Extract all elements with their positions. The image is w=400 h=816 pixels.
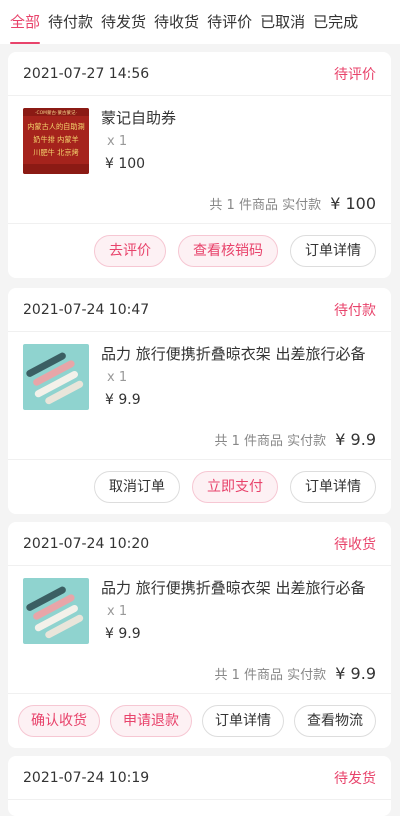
tab-pending-receipt[interactable]: 待收货 [154,0,199,44]
order-summary: 共 1 件商品 实付款 ¥ 100 [8,184,391,224]
svg-text:·COM蒙古·蒙古蒙记·: ·COM蒙古·蒙古蒙记· [35,109,77,116]
tab-pending-shipment[interactable]: 待发货 [101,0,146,44]
tab-completed[interactable]: 已完成 [313,0,358,44]
order-date: 2021-07-24 10:20 [23,535,150,552]
goods-price: ¥ 100 [105,156,146,172]
order-status: 待付款 [334,302,376,319]
order-card[interactable]: 2021-07-24 10:47 待付款 品力 旅行便携折叠晾衣架 出差旅行必备… [8,288,391,514]
pay-now-button[interactable]: 立即支付 [192,471,278,503]
review-button[interactable]: 去评价 [94,235,166,267]
tab-all[interactable]: 全部 [10,0,41,44]
goods-name: 蒙记自助券 [101,109,177,127]
goods-item[interactable]: ·COM蒙古·蒙古蒙记· 内蒙古人的自助涮 奶牛排 内蒙羊 川肥牛 北京烤 蒙记… [8,96,391,174]
goods-quantity: x 1 [107,370,128,385]
cancel-order-button[interactable]: 取消订单 [94,471,180,503]
order-card[interactable]: 2021-07-27 14:56 待评价 ·COM蒙古·蒙古蒙记· 内蒙古人的自… [8,52,391,278]
order-summary: 共 1 件商品 实付款 ¥ 9.9 [8,420,391,460]
order-actions: 确认收货 申请退款 订单详情 查看物流 [8,694,391,748]
goods-item[interactable]: 品力 旅行便携折叠晾衣架 出差旅行必备 x 1 ¥ 9.9 [8,566,391,644]
order-summary: 共 1 件商品 实付款 ¥ 9.9 [8,654,391,694]
order-date: 2021-07-24 10:19 [23,769,150,786]
summary-total: ¥ 9.9 [335,430,376,449]
summary-total: ¥ 9.9 [335,664,376,683]
tab-cancelled[interactable]: 已取消 [260,0,305,44]
order-detail-button[interactable]: 订单详情 [202,705,284,737]
hanger-thumbnail [23,578,89,644]
svg-text:内蒙古人的自助涮: 内蒙古人的自助涮 [27,122,85,131]
tab-pending-review[interactable]: 待评价 [207,0,252,44]
order-detail-button[interactable]: 订单详情 [290,235,376,267]
coupon-thumbnail: ·COM蒙古·蒙古蒙记· 内蒙古人的自助涮 奶牛排 内蒙羊 川肥牛 北京烤 [23,108,89,174]
summary-label: 共 1 件商品 实付款 [209,198,322,213]
order-detail-button[interactable]: 订单详情 [290,471,376,503]
track-shipment-button[interactable]: 查看物流 [294,705,376,737]
confirm-receipt-button[interactable]: 确认收货 [18,705,100,737]
order-header: 2021-07-24 10:20 待收货 [8,522,391,566]
order-status: 待发货 [334,770,376,787]
order-actions: 取消订单 立即支付 订单详情 [8,460,391,514]
order-status: 待收货 [334,536,376,553]
order-date: 2021-07-27 14:56 [23,65,150,82]
order-header: 2021-07-24 10:47 待付款 [8,288,391,332]
goods-quantity: x 1 [107,604,128,619]
svg-text:奶牛排 内蒙羊: 奶牛排 内蒙羊 [33,135,78,144]
goods-name: 品力 旅行便携折叠晾衣架 出差旅行必备 [101,579,366,597]
order-date: 2021-07-24 10:47 [23,301,150,318]
order-status-tabs: 全部 待付款 待发货 待收货 待评价 已取消 已完成 [0,0,400,44]
order-status: 待评价 [334,66,376,83]
view-redeem-code-button[interactable]: 查看核销码 [178,235,278,267]
summary-label: 共 1 件商品 实付款 [214,668,327,683]
order-card[interactable]: 2021-07-24 10:20 待收货 品力 旅行便携折叠晾衣架 出差旅行必备… [8,522,391,748]
tab-pending-payment[interactable]: 待付款 [48,0,93,44]
goods-name: 品力 旅行便携折叠晾衣架 出差旅行必备 [101,345,366,363]
goods-item[interactable]: 品力 旅行便携折叠晾衣架 出差旅行必备 x 1 ¥ 9.9 [8,332,391,410]
hanger-thumbnail [23,344,89,410]
goods-quantity: x 1 [107,134,128,149]
summary-label: 共 1 件商品 实付款 [214,434,327,449]
goods-price: ¥ 9.9 [105,392,141,408]
order-card[interactable]: 2021-07-24 10:19 待发货 [8,756,391,816]
order-header: 2021-07-24 10:19 待发货 [8,756,391,800]
order-actions: 去评价 查看核销码 订单详情 [8,224,391,278]
request-refund-button[interactable]: 申请退款 [110,705,192,737]
summary-total: ¥ 100 [330,194,376,213]
goods-price: ¥ 9.9 [105,626,141,642]
svg-text:川肥牛 北京烤: 川肥牛 北京烤 [33,148,78,157]
order-header: 2021-07-27 14:56 待评价 [8,52,391,96]
